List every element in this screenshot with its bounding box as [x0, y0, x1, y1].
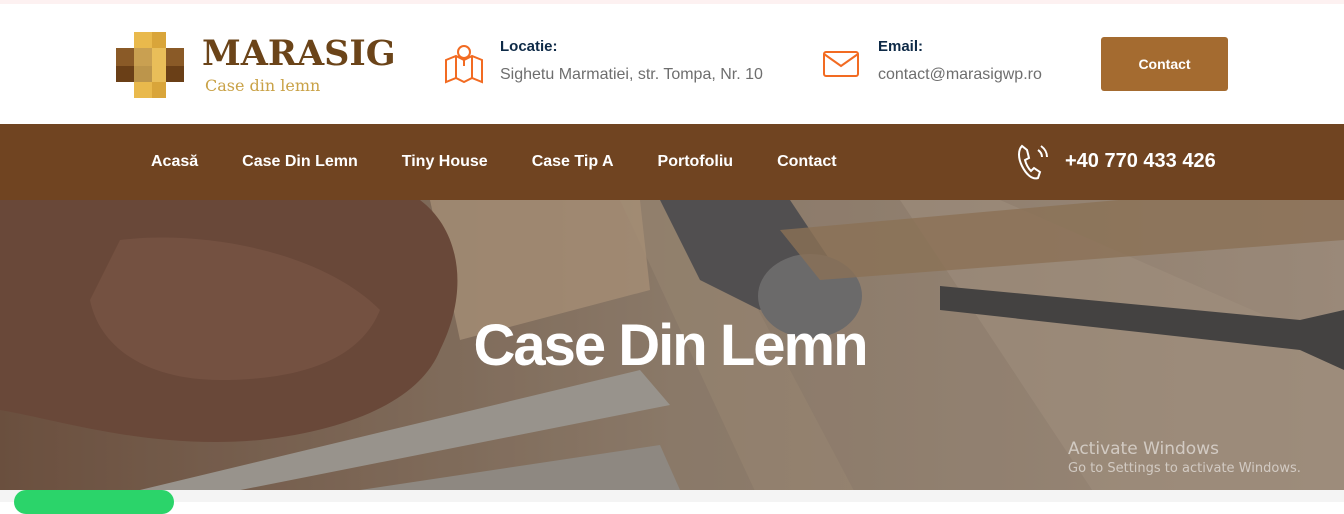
site-logo[interactable]: MARASIG Case din lemn — [116, 32, 396, 102]
email-info: Email: contact@marasigwp.ro — [822, 36, 1082, 96]
watermark-line1: Activate Windows — [1068, 439, 1219, 459]
brand-tagline: Case din lemn — [205, 76, 321, 95]
envelope-icon — [823, 51, 859, 77]
contact-button[interactable]: Contact — [1101, 37, 1228, 91]
hero-banner: Case Din Lemn Activate Windows Go to Set… — [0, 200, 1344, 502]
nav-item-case-tip-a[interactable]: Case Tip A — [532, 153, 614, 171]
hero-title: Case Din Lemn — [473, 313, 869, 378]
location-title: Locatie: — [500, 38, 558, 55]
bottom-bar — [0, 490, 1344, 502]
phone-contact[interactable]: +40 770 433 426 — [1016, 142, 1236, 182]
nav-item-portofoliu[interactable]: Portofoliu — [658, 153, 734, 171]
main-nav: Acasă Case Din Lemn Tiny House Case Tip … — [0, 124, 1344, 200]
phone-number[interactable]: +40 770 433 426 — [1065, 150, 1216, 173]
windows-activation-watermark: Activate Windows Go to Settings to activ… — [1068, 438, 1301, 478]
nav-menu: Acasă Case Din Lemn Tiny House Case Tip … — [151, 124, 881, 200]
brand-name: MARASIG — [202, 33, 396, 74]
map-pin-icon — [445, 45, 483, 84]
nav-item-contact[interactable]: Contact — [777, 153, 837, 171]
location-address: Sighetu Marmatiei, str. Tompa, Nr. 10 — [500, 66, 763, 83]
email-title: Email: — [878, 38, 924, 55]
phone-ringing-icon — [1018, 144, 1048, 180]
nav-item-tiny-house[interactable]: Tiny House — [402, 153, 488, 171]
location-info: Locatie: Sighetu Marmatiei, str. Tompa, … — [444, 36, 804, 96]
nav-item-case-din-lemn[interactable]: Case Din Lemn — [242, 153, 358, 171]
nav-item-acasa[interactable]: Acasă — [151, 153, 198, 171]
site-header: MARASIG Case din lemn Locatie: Sighetu M… — [0, 4, 1344, 124]
watermark-line2: Go to Settings to activate Windows. — [1068, 461, 1301, 476]
email-address[interactable]: contact@marasigwp.ro — [878, 66, 1042, 84]
whatsapp-chat-button[interactable] — [14, 490, 174, 514]
logo-mark-icon — [116, 32, 184, 98]
